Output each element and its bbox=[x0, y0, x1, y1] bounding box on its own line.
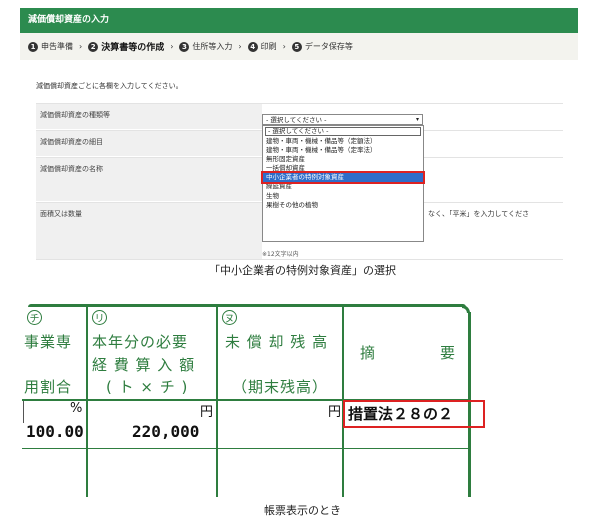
step-4[interactable]: 4 印刷 bbox=[247, 41, 277, 52]
unit-yen: 円 bbox=[200, 405, 214, 420]
dropdown-option[interactable]: 生物 bbox=[263, 192, 423, 201]
header-col3-line2: （期末残高） bbox=[232, 378, 329, 396]
dropdown-option[interactable]: 建物・車両・機械・備品等（定額法） bbox=[263, 137, 423, 146]
step-label: 決算書等の作成 bbox=[101, 43, 165, 53]
header-col2-line2: 経 費 算 入 額 bbox=[92, 356, 196, 374]
step-number-icon: 4 bbox=[247, 41, 258, 52]
header-remarks: 摘 要 bbox=[360, 344, 457, 362]
field-label: 面積又は数量 bbox=[36, 203, 262, 259]
step-label: 印刷 bbox=[260, 42, 277, 51]
expense-amount-value: 220,000 bbox=[132, 422, 200, 441]
step-number-icon: 2 bbox=[88, 41, 99, 52]
col-divider bbox=[86, 304, 88, 497]
header-col1-line1: 事業専 bbox=[24, 333, 73, 351]
caption-top: 「中小企業者の特例対象資産」の選択 bbox=[209, 264, 396, 277]
step-number-icon: 3 bbox=[179, 41, 190, 52]
asset-type-dropdown-list: - 選択してください - 建物・車両・機械・備品等（定額法） 建物・車両・機械・… bbox=[261, 125, 425, 242]
dropdown-option[interactable]: 無形固定資産 bbox=[263, 155, 423, 164]
unit-percent: % bbox=[70, 401, 83, 416]
dropdown-option[interactable]: - 選択してください - bbox=[265, 127, 421, 136]
char-limit-note: ※12文字以内 bbox=[262, 251, 299, 258]
chevron-down-icon: ▾ bbox=[415, 116, 419, 123]
screen-title: 減価償却資産の入力 bbox=[20, 8, 578, 33]
ledger-form: チ 事業専 用割合 リ 本年分の必要 経 費 算 入 額 ( ト × チ ) ヌ… bbox=[22, 304, 485, 497]
header-col2-line3: ( ト × チ ) bbox=[106, 378, 189, 396]
dropdown-option-selected[interactable]: 中小企業者の特例対象資産 bbox=[261, 171, 425, 185]
asset-type-select[interactable]: - 選択してください - ▾ bbox=[262, 114, 423, 125]
field-label: 減価償却資産の名称 bbox=[36, 158, 262, 201]
step-number-icon: 1 bbox=[28, 41, 38, 52]
caption-bottom: 帳票表示のとき bbox=[264, 504, 341, 517]
step-1[interactable]: 1 申告準備 bbox=[28, 41, 73, 52]
chevron-right-icon: › bbox=[79, 42, 83, 51]
step-5[interactable]: 5 データ保存等 bbox=[291, 41, 353, 52]
step-label: 申告準備 bbox=[41, 42, 73, 51]
chevron-right-icon: › bbox=[282, 42, 286, 51]
row-divider bbox=[22, 448, 471, 449]
header-col1-line2: 用割合 bbox=[24, 378, 73, 396]
chevron-right-icon: › bbox=[238, 42, 242, 51]
step-number-icon: 5 bbox=[291, 41, 302, 52]
header-col2-line1: 本年分の必要 bbox=[92, 333, 189, 351]
business-use-ratio-value: 100.00 bbox=[26, 422, 84, 441]
frame-top-line bbox=[28, 304, 466, 307]
instruction-text: 減価償却資産ごとに各欄を入力してください。 bbox=[36, 82, 183, 90]
dropdown-option[interactable]: 一括償却資産 bbox=[263, 164, 423, 173]
dropdown-option[interactable]: 建物・車両・機械・備品等（定率法） bbox=[263, 146, 423, 155]
step-navigation: 1 申告準備 › 2 決算書等の作成 › 3 住所等入力 › 4 印刷 › 5 … bbox=[20, 33, 578, 60]
left-tick bbox=[23, 401, 24, 423]
header-col3-line1: 未 償 却 残 高 bbox=[225, 333, 329, 351]
unit-yen: 円 bbox=[328, 405, 342, 420]
step-3[interactable]: 3 住所等入力 bbox=[179, 41, 232, 52]
step-label: データ保存等 bbox=[304, 42, 353, 51]
mark-chi-icon: チ bbox=[27, 310, 42, 325]
dropdown-option[interactable]: 果樹その他の植物 bbox=[263, 201, 423, 210]
area-hint-text: なく、「平米」を入力してくださ bbox=[428, 210, 530, 218]
field-label: 減価償却資産の細目 bbox=[36, 131, 262, 156]
mark-ri-icon: リ bbox=[92, 310, 107, 325]
mark-nu-icon: ヌ bbox=[222, 310, 237, 325]
col-divider bbox=[216, 304, 218, 497]
select-value: - 選択してください - bbox=[266, 116, 327, 124]
remark-highlight-box: 措置法２８の２ bbox=[343, 400, 485, 428]
field-label: 減価償却資産の種類等 bbox=[36, 104, 262, 129]
input-screen-screenshot: 減価償却資産の入力 1 申告準備 › 2 決算書等の作成 › 3 住所等入力 ›… bbox=[20, 8, 578, 260]
dropdown-option[interactable]: 繰延資産 bbox=[263, 182, 423, 191]
step-2[interactable]: 2 決算書等の作成 bbox=[88, 40, 164, 53]
chevron-right-icon: › bbox=[170, 42, 174, 51]
frame-corner bbox=[462, 305, 470, 313]
step-label: 住所等入力 bbox=[192, 42, 233, 51]
